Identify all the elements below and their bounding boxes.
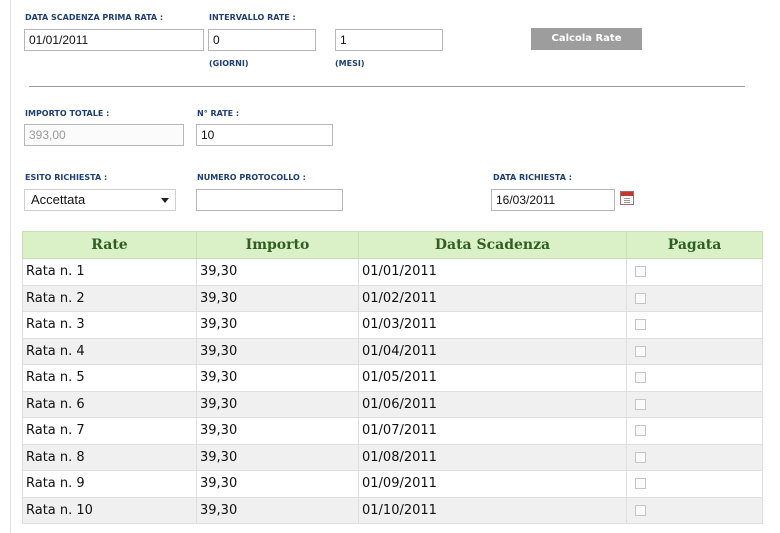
rate-cell: Rata n. 7 <box>22 417 197 445</box>
paid-cell <box>626 364 763 392</box>
due-date-cell: 01/03/2011 <box>358 311 627 339</box>
paid-cell <box>626 496 763 524</box>
due-date-cell: 01/02/2011 <box>358 284 627 312</box>
amount-cell: 39,30 <box>196 496 359 524</box>
interval-days-input[interactable] <box>208 29 316 51</box>
header-due-date[interactable]: Data Scadenza <box>358 231 627 259</box>
paid-checkbox[interactable] <box>635 504 646 516</box>
table-row: Rata n. 8 39,30 01/08/2011 <box>22 443 763 471</box>
first-due-input[interactable] <box>24 29 204 51</box>
paid-checkbox[interactable] <box>635 372 646 384</box>
paid-cell <box>626 470 763 498</box>
rate-cell: Rata n. 5 <box>22 364 197 392</box>
rates-table-body: Rata n. 1 39,30 01/01/2011 Rata n. 2 39,30 0… <box>22 258 763 524</box>
table-header-row: Rate Importo Data Scadenza Pagata <box>22 231 763 259</box>
rate-cell: Rata n. 1 <box>22 258 197 286</box>
outcome-label: ESITO RICHIESTA : <box>25 173 108 182</box>
amount-cell: 39,30 <box>196 443 359 471</box>
table-row: Rata n. 4 39,30 01/04/2011 <box>22 337 763 365</box>
paid-checkbox[interactable] <box>635 478 646 490</box>
due-date-cell: 01/08/2011 <box>358 443 627 471</box>
amount-cell: 39,30 <box>196 470 359 498</box>
interval-days-unit: (GIORNI) <box>209 59 249 68</box>
table-row: Rata n. 1 39,30 01/01/2011 <box>22 258 763 286</box>
num-rates-input[interactable] <box>196 124 333 146</box>
outcome-selected-value: Accettata <box>31 192 86 207</box>
chevron-down-icon <box>161 198 169 203</box>
paid-cell <box>626 284 763 312</box>
table-row: Rata n. 10 39,30 01/10/2011 <box>22 496 763 524</box>
interval-months-unit: (MESI) <box>335 59 365 68</box>
total-amount-input <box>24 124 184 146</box>
protocol-input[interactable] <box>196 189 343 211</box>
paid-cell <box>626 258 763 286</box>
rates-table: Rate Importo Data Scadenza Pagata Rata n… <box>22 231 763 524</box>
paid-cell <box>626 311 763 339</box>
due-date-cell: 01/07/2011 <box>358 417 627 445</box>
table-row: Rata n. 2 39,30 01/02/2011 <box>22 284 763 312</box>
calendar-icon[interactable] <box>620 191 634 205</box>
interval-months-input[interactable] <box>335 29 443 51</box>
paid-checkbox[interactable] <box>635 266 646 278</box>
paid-checkbox[interactable] <box>635 398 646 410</box>
calculate-rates-button[interactable]: Calcola Rate <box>531 28 642 50</box>
paid-cell <box>626 337 763 365</box>
amount-cell: 39,30 <box>196 258 359 286</box>
protocol-label: NUMERO PROTOCOLLO : <box>197 173 306 182</box>
paid-checkbox[interactable] <box>635 451 646 463</box>
table-row: Rata n. 7 39,30 01/07/2011 <box>22 417 763 445</box>
header-paid[interactable]: Pagata <box>626 231 763 259</box>
due-date-cell: 01/09/2011 <box>358 470 627 498</box>
amount-cell: 39,30 <box>196 284 359 312</box>
due-date-cell: 01/10/2011 <box>358 496 627 524</box>
rate-cell: Rata n. 2 <box>22 284 197 312</box>
rate-cell: Rata n. 3 <box>22 311 197 339</box>
paid-cell <box>626 390 763 418</box>
rate-cell: Rata n. 10 <box>22 496 197 524</box>
due-date-cell: 01/05/2011 <box>358 364 627 392</box>
paid-cell <box>626 417 763 445</box>
rate-cell: Rata n. 4 <box>22 337 197 365</box>
rate-cell: Rata n. 6 <box>22 390 197 418</box>
num-rates-label: N° RATE : <box>197 109 240 118</box>
table-row: Rata n. 9 39,30 01/09/2011 <box>22 470 763 498</box>
table-row: Rata n. 3 39,30 01/03/2011 <box>22 311 763 339</box>
paid-checkbox[interactable] <box>635 425 646 437</box>
due-date-cell: 01/06/2011 <box>358 390 627 418</box>
outcome-select[interactable]: Accettata <box>24 189 176 211</box>
interval-label: INTERVALLO RATE : <box>209 13 296 22</box>
amount-cell: 39,30 <box>196 337 359 365</box>
paid-cell <box>626 443 763 471</box>
amount-cell: 39,30 <box>196 417 359 445</box>
rate-cell: Rata n. 8 <box>22 443 197 471</box>
amount-cell: 39,30 <box>196 311 359 339</box>
due-date-cell: 01/04/2011 <box>358 337 627 365</box>
rate-cell: Rata n. 9 <box>22 470 197 498</box>
total-amount-label: IMPORTO TOTALE : <box>25 109 110 118</box>
first-due-label: DATA SCADENZA PRIMA RATA : <box>25 13 164 22</box>
divider <box>29 86 745 87</box>
table-row: Rata n. 5 39,30 01/05/2011 <box>22 364 763 392</box>
amount-cell: 39,30 <box>196 390 359 418</box>
header-rate[interactable]: Rate <box>22 231 197 259</box>
paid-checkbox[interactable] <box>635 345 646 357</box>
table-row: Rata n. 6 39,30 01/06/2011 <box>22 390 763 418</box>
header-amount[interactable]: Importo <box>196 231 359 259</box>
due-date-cell: 01/01/2011 <box>358 258 627 286</box>
request-date-label: DATA RICHIESTA : <box>493 173 572 182</box>
request-date-input[interactable] <box>491 189 615 211</box>
paid-checkbox[interactable] <box>635 319 646 331</box>
paid-checkbox[interactable] <box>635 292 646 304</box>
amount-cell: 39,30 <box>196 364 359 392</box>
